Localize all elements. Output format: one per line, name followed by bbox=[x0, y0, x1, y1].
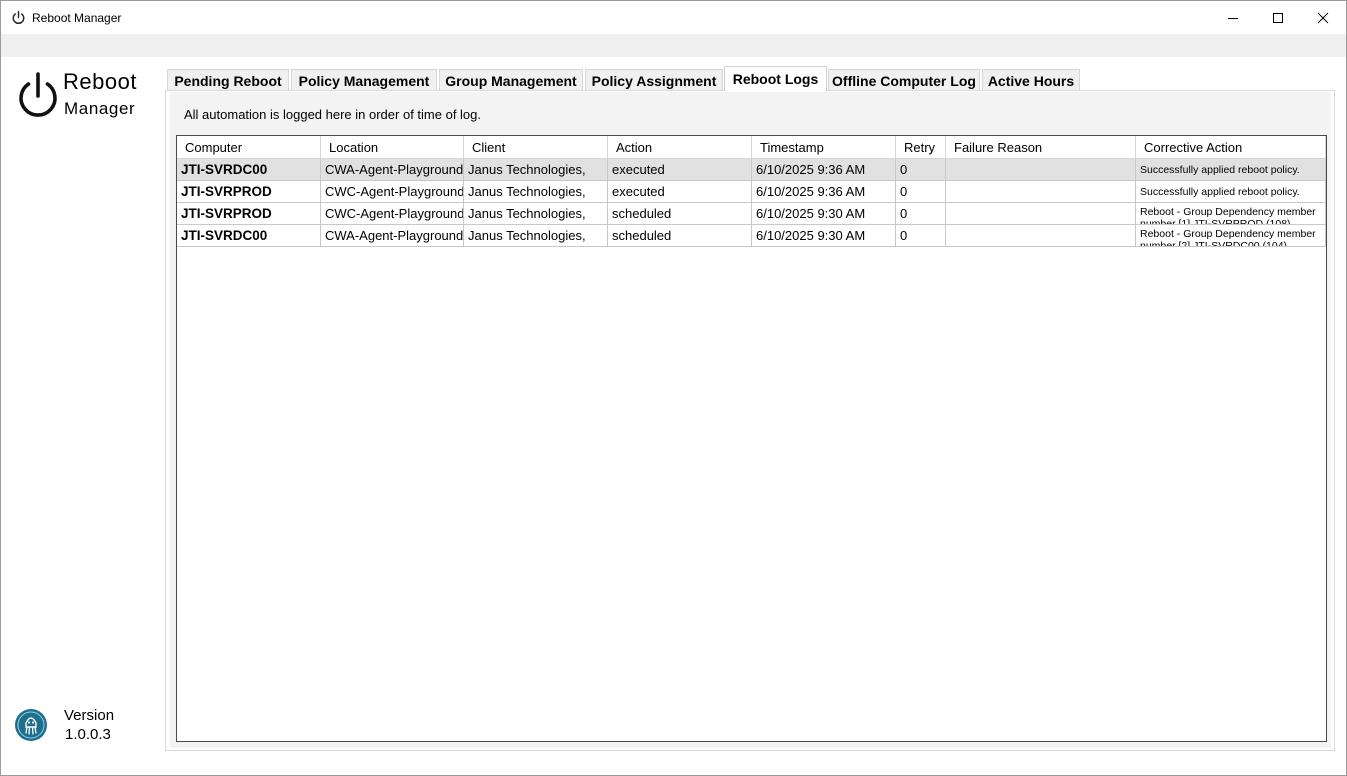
menu-strip bbox=[1, 34, 1346, 57]
cell-corrective-action: Successfully applied reboot policy. bbox=[1136, 181, 1326, 203]
cell-action: executed bbox=[608, 159, 752, 181]
reboot-logs-page: All automation is logged here in order o… bbox=[165, 90, 1335, 751]
column-header-retry[interactable]: Retry bbox=[896, 136, 946, 159]
title-bar[interactable]: Reboot Manager bbox=[1, 1, 1346, 34]
cell-corrective-action: Successfully applied reboot policy. bbox=[1136, 159, 1326, 181]
close-button[interactable] bbox=[1300, 1, 1346, 34]
power-icon bbox=[12, 10, 25, 25]
cell-retry: 0 bbox=[896, 159, 946, 181]
cell-computer: JTI-SVRPROD bbox=[177, 203, 321, 225]
minimize-button[interactable] bbox=[1210, 1, 1256, 34]
version-value: 1.0.0.3 bbox=[65, 726, 111, 743]
column-header-timestamp[interactable]: Timestamp bbox=[752, 136, 896, 159]
cell-computer: JTI-SVRDC00 bbox=[177, 159, 321, 181]
version-label: Version bbox=[64, 707, 115, 724]
main-area: Reboot Manager Version 1.0.0.3 Pending R… bbox=[1, 57, 1346, 775]
power-icon bbox=[19, 72, 57, 117]
cell-failure-reason bbox=[946, 159, 1136, 181]
cell-retry: 0 bbox=[896, 225, 946, 247]
cell-computer: JTI-SVRPROD bbox=[177, 181, 321, 203]
cell-location: CWC-Agent-Playground bbox=[321, 181, 464, 203]
column-header-action[interactable]: Action bbox=[608, 136, 752, 159]
cell-timestamp: 6/10/2025 9:30 AM bbox=[752, 203, 896, 225]
cell-failure-reason bbox=[946, 225, 1136, 247]
cell-timestamp: 6/10/2025 9:36 AM bbox=[752, 159, 896, 181]
cell-timestamp: 6/10/2025 9:30 AM bbox=[752, 225, 896, 247]
table-row[interactable]: JTI-SVRDC00 CWA-Agent-Playground Janus T… bbox=[177, 225, 1326, 247]
tab-pending-reboot[interactable]: Pending Reboot bbox=[167, 69, 289, 91]
tab-policy-assignment[interactable]: Policy Assignment bbox=[585, 69, 723, 91]
cell-failure-reason bbox=[946, 203, 1136, 225]
cell-client: Janus Technologies, bbox=[464, 203, 608, 225]
reboot-logs-panel: All automation is logged here in order o… bbox=[170, 92, 1331, 748]
cell-client: Janus Technologies, bbox=[464, 159, 608, 181]
column-header-corrective-action[interactable]: Corrective Action bbox=[1136, 136, 1326, 159]
tab-group-management[interactable]: Group Management bbox=[439, 69, 583, 91]
cell-location: CWA-Agent-Playground bbox=[321, 159, 464, 181]
app-window: Reboot Manager Reboot Manager Version 1.… bbox=[0, 0, 1347, 776]
logo-title-line1: Reboot bbox=[63, 69, 137, 94]
reboot-logs-description: All automation is logged here in order o… bbox=[184, 107, 482, 122]
table-row[interactable]: JTI-SVRPROD CWC-Agent-Playground Janus T… bbox=[177, 181, 1326, 203]
tab-offline-computer-log[interactable]: Offline Computer Log bbox=[828, 69, 980, 91]
maximize-icon bbox=[1273, 12, 1283, 23]
cell-timestamp: 6/10/2025 9:36 AM bbox=[752, 181, 896, 203]
minimize-icon bbox=[1228, 17, 1238, 19]
company-logo-icon bbox=[15, 709, 47, 741]
column-header-location[interactable]: Location bbox=[321, 136, 464, 159]
cell-action: scheduled bbox=[608, 203, 752, 225]
table-row[interactable]: JTI-SVRPROD CWC-Agent-Playground Janus T… bbox=[177, 203, 1326, 225]
cell-corrective-action: Reboot - Group Dependency member number … bbox=[1136, 225, 1326, 247]
column-header-failure-reason[interactable]: Failure Reason bbox=[946, 136, 1136, 159]
close-icon bbox=[1317, 12, 1329, 23]
cell-action: scheduled bbox=[608, 225, 752, 247]
tab-policy-management[interactable]: Policy Management bbox=[291, 69, 437, 91]
cell-retry: 0 bbox=[896, 181, 946, 203]
reboot-logs-grid[interactable]: Computer Location Client Action Timestam… bbox=[176, 135, 1327, 742]
tab-active-hours[interactable]: Active Hours bbox=[982, 69, 1080, 91]
cell-action: executed bbox=[608, 181, 752, 203]
cell-location: CWC-Agent-Playground bbox=[321, 203, 464, 225]
table-row[interactable]: JTI-SVRDC00 CWA-Agent-Playground Janus T… bbox=[177, 159, 1326, 181]
window-title: Reboot Manager bbox=[32, 11, 122, 25]
cell-corrective-action: Reboot - Group Dependency member number … bbox=[1136, 203, 1326, 225]
cell-client: Janus Technologies, bbox=[464, 225, 608, 247]
cell-client: Janus Technologies, bbox=[464, 181, 608, 203]
cell-failure-reason bbox=[946, 181, 1136, 203]
cell-retry: 0 bbox=[896, 203, 946, 225]
column-header-client[interactable]: Client bbox=[464, 136, 608, 159]
maximize-button[interactable] bbox=[1255, 1, 1301, 34]
logo-title-line2: Manager bbox=[64, 99, 136, 118]
cell-location: CWA-Agent-Playground bbox=[321, 225, 464, 247]
column-header-computer[interactable]: Computer bbox=[177, 136, 321, 159]
cell-computer: JTI-SVRDC00 bbox=[177, 225, 321, 247]
tab-reboot-logs[interactable]: Reboot Logs bbox=[724, 66, 827, 91]
